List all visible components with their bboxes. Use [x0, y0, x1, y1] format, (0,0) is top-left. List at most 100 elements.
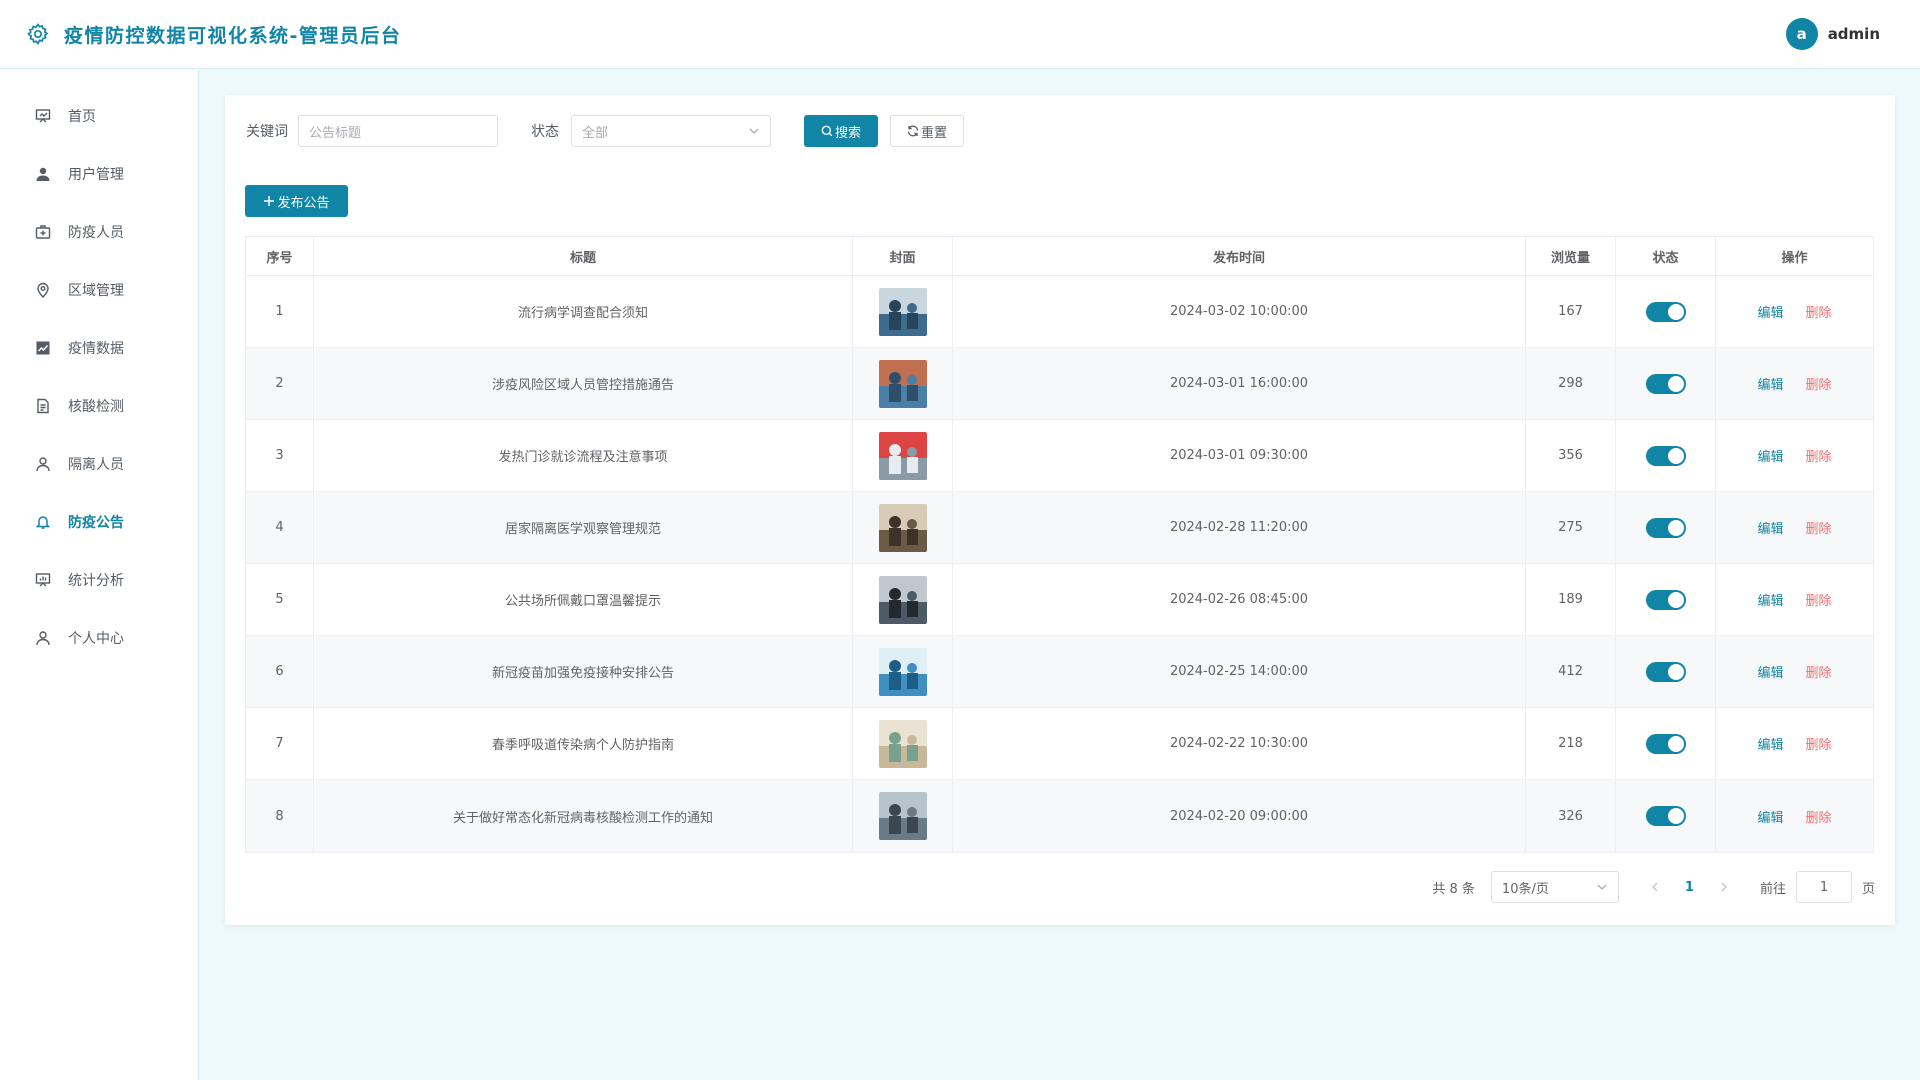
top-header: 疫情防控数据可视化系统-管理员后台 a admin: [0, 0, 1920, 69]
cover-thumbnail[interactable]: [878, 359, 927, 408]
cell-title: 关于做好常态化新冠病毒核酸检测工作的通知: [314, 780, 853, 852]
pagination: 共 8 条 10条/页 1 前往 1 页: [1432, 871, 1875, 903]
cell-publish-time: 2024-02-25 14:00:00: [953, 636, 1526, 707]
cell-title: 居家隔离医学观察管理规范: [314, 492, 853, 563]
delete-button[interactable]: 删除: [1806, 302, 1832, 321]
cover-thumbnail[interactable]: [878, 431, 927, 480]
delete-button[interactable]: 删除: [1806, 662, 1832, 681]
cell-views: 218: [1526, 708, 1616, 779]
status-toggle[interactable]: [1645, 661, 1686, 682]
cover-thumbnail[interactable]: [878, 575, 927, 624]
sidebar-item-label: 个人中心: [68, 631, 124, 647]
sidebar-item-label: 疫情数据: [68, 341, 124, 357]
keyword-input[interactable]: 公告标题: [298, 115, 498, 147]
table-row: 8 关于做好常态化新冠病毒核酸检测工作的通知 2024-02-20 09:00:00…: [246, 780, 1873, 852]
cover-thumbnail[interactable]: [878, 287, 927, 336]
goto-page-input[interactable]: 1: [1795, 871, 1852, 903]
cell-cover: [853, 636, 953, 707]
cell-publish-time: 2024-02-22 10:30:00: [953, 708, 1526, 779]
edit-button[interactable]: 编辑: [1757, 518, 1783, 537]
cell-index: 6: [246, 636, 314, 707]
delete-button[interactable]: 删除: [1806, 590, 1832, 609]
announcement-table: 序号 标题 封面 发布时间 浏览量 状态 操作 1 流行病学调查配合须知 2024-…: [245, 236, 1874, 853]
cell-views: 189: [1526, 564, 1616, 635]
column-header-actions: 操作: [1781, 250, 1808, 266]
edit-button[interactable]: 编辑: [1757, 374, 1783, 393]
page-size-select[interactable]: 10条/页: [1490, 871, 1619, 903]
toggle-knob: [1667, 447, 1684, 464]
edit-button[interactable]: 编辑: [1757, 734, 1783, 753]
cover-thumbnail[interactable]: [878, 503, 927, 552]
cell-title: 流行病学调查配合须知: [314, 276, 853, 347]
table-row: 3 发热门诊就诊流程及注意事项 2024-03-01 09:30:00 356 编辑 删除: [246, 420, 1873, 492]
cover-thumbnail[interactable]: [878, 792, 927, 840]
cell-cover: [853, 492, 953, 563]
cover-thumbnail[interactable]: [878, 719, 927, 768]
status-toggle[interactable]: [1645, 301, 1686, 322]
cell-actions: 编辑 删除: [1716, 420, 1873, 491]
delete-button[interactable]: 删除: [1806, 807, 1832, 826]
gear-icon[interactable]: [24, 20, 52, 48]
edit-button[interactable]: 编辑: [1757, 662, 1783, 681]
cell-index: 7: [246, 708, 314, 779]
chevron-down-icon: [1596, 881, 1608, 897]
publish-announcement-button[interactable]: 发布公告: [245, 185, 348, 217]
keyword-label: 关键词: [246, 124, 288, 140]
edit-button[interactable]: 编辑: [1757, 302, 1783, 321]
cell-status: [1616, 420, 1716, 491]
search-button[interactable]: 搜索: [804, 115, 878, 147]
status-toggle[interactable]: [1645, 733, 1686, 754]
status-toggle[interactable]: [1645, 445, 1686, 466]
delete-button[interactable]: 删除: [1806, 446, 1832, 465]
delete-button[interactable]: 删除: [1806, 734, 1832, 753]
sidebar: 首页 用户管理 防疫人员 区域管理 疫情数据 核酸检测 隔离人员 防疫公告 统计…: [0, 70, 199, 1080]
prev-page-button[interactable]: [1647, 881, 1663, 893]
delete-button[interactable]: 删除: [1806, 374, 1832, 393]
user-menu[interactable]: a admin: [1785, 18, 1880, 50]
edit-button[interactable]: 编辑: [1757, 446, 1783, 465]
filter-bar: 关键词 公告标题 状态 全部 搜索 重置: [246, 115, 964, 147]
sidebar-item-label: 首页: [68, 109, 96, 125]
edit-button[interactable]: 编辑: [1757, 590, 1783, 609]
delete-button[interactable]: 删除: [1806, 518, 1832, 537]
status-toggle[interactable]: [1645, 806, 1686, 826]
sidebar-item-quarantine[interactable]: 隔离人员: [0, 435, 198, 493]
sidebar-item-statistics[interactable]: 统计分析: [0, 551, 198, 609]
sidebar-item-epidemic-data[interactable]: 疫情数据: [0, 319, 198, 377]
sidebar-item-regions[interactable]: 区域管理: [0, 261, 198, 319]
reset-button[interactable]: 重置: [890, 115, 964, 147]
avatar[interactable]: a: [1785, 18, 1818, 50]
cell-index: 4: [246, 492, 314, 563]
toggle-knob: [1667, 663, 1684, 680]
status-toggle[interactable]: [1645, 517, 1686, 538]
status-toggle[interactable]: [1645, 373, 1686, 394]
search-button-label: 搜索: [834, 125, 861, 141]
cell-views: 275: [1526, 492, 1616, 563]
sidebar-item-announcements[interactable]: 防疫公告: [0, 493, 198, 551]
analysis-icon: [34, 571, 52, 589]
cell-actions: 编辑 删除: [1716, 348, 1873, 419]
cell-publish-time: 2024-03-01 16:00:00: [953, 348, 1526, 419]
sidebar-item-nucleic-test[interactable]: 核酸检测: [0, 377, 198, 435]
sidebar-item-staff[interactable]: 防疫人员: [0, 203, 198, 261]
cell-cover: [853, 708, 953, 779]
cover-thumbnail[interactable]: [878, 647, 927, 696]
edit-button[interactable]: 编辑: [1757, 807, 1783, 826]
username[interactable]: admin: [1828, 25, 1880, 43]
next-page-button[interactable]: [1716, 881, 1732, 893]
table-row: 5 公共场所佩戴口罩温馨提示 2024-02-26 08:45:00 189 编辑 删除: [246, 564, 1873, 636]
table-row: 7 春季呼吸道传染病个人防护指南 2024-02-22 10:30:00 218 编辑 删…: [246, 708, 1873, 780]
cell-views: 356: [1526, 420, 1616, 491]
status-toggle[interactable]: [1645, 589, 1686, 610]
sidebar-item-profile[interactable]: 个人中心: [0, 609, 198, 667]
status-select[interactable]: 全部: [571, 115, 771, 147]
page-number-current[interactable]: 1: [1685, 880, 1694, 895]
table-header: 序号 标题 封面 发布时间 浏览量 状态 操作: [246, 237, 1873, 276]
cell-cover: [853, 348, 953, 419]
sidebar-item-home[interactable]: 首页: [0, 87, 198, 145]
cell-status: [1616, 492, 1716, 563]
sidebar-item-label: 防疫公告: [68, 515, 124, 531]
cell-status: [1616, 708, 1716, 779]
sidebar-item-users[interactable]: 用户管理: [0, 145, 198, 203]
cell-status: [1616, 276, 1716, 347]
